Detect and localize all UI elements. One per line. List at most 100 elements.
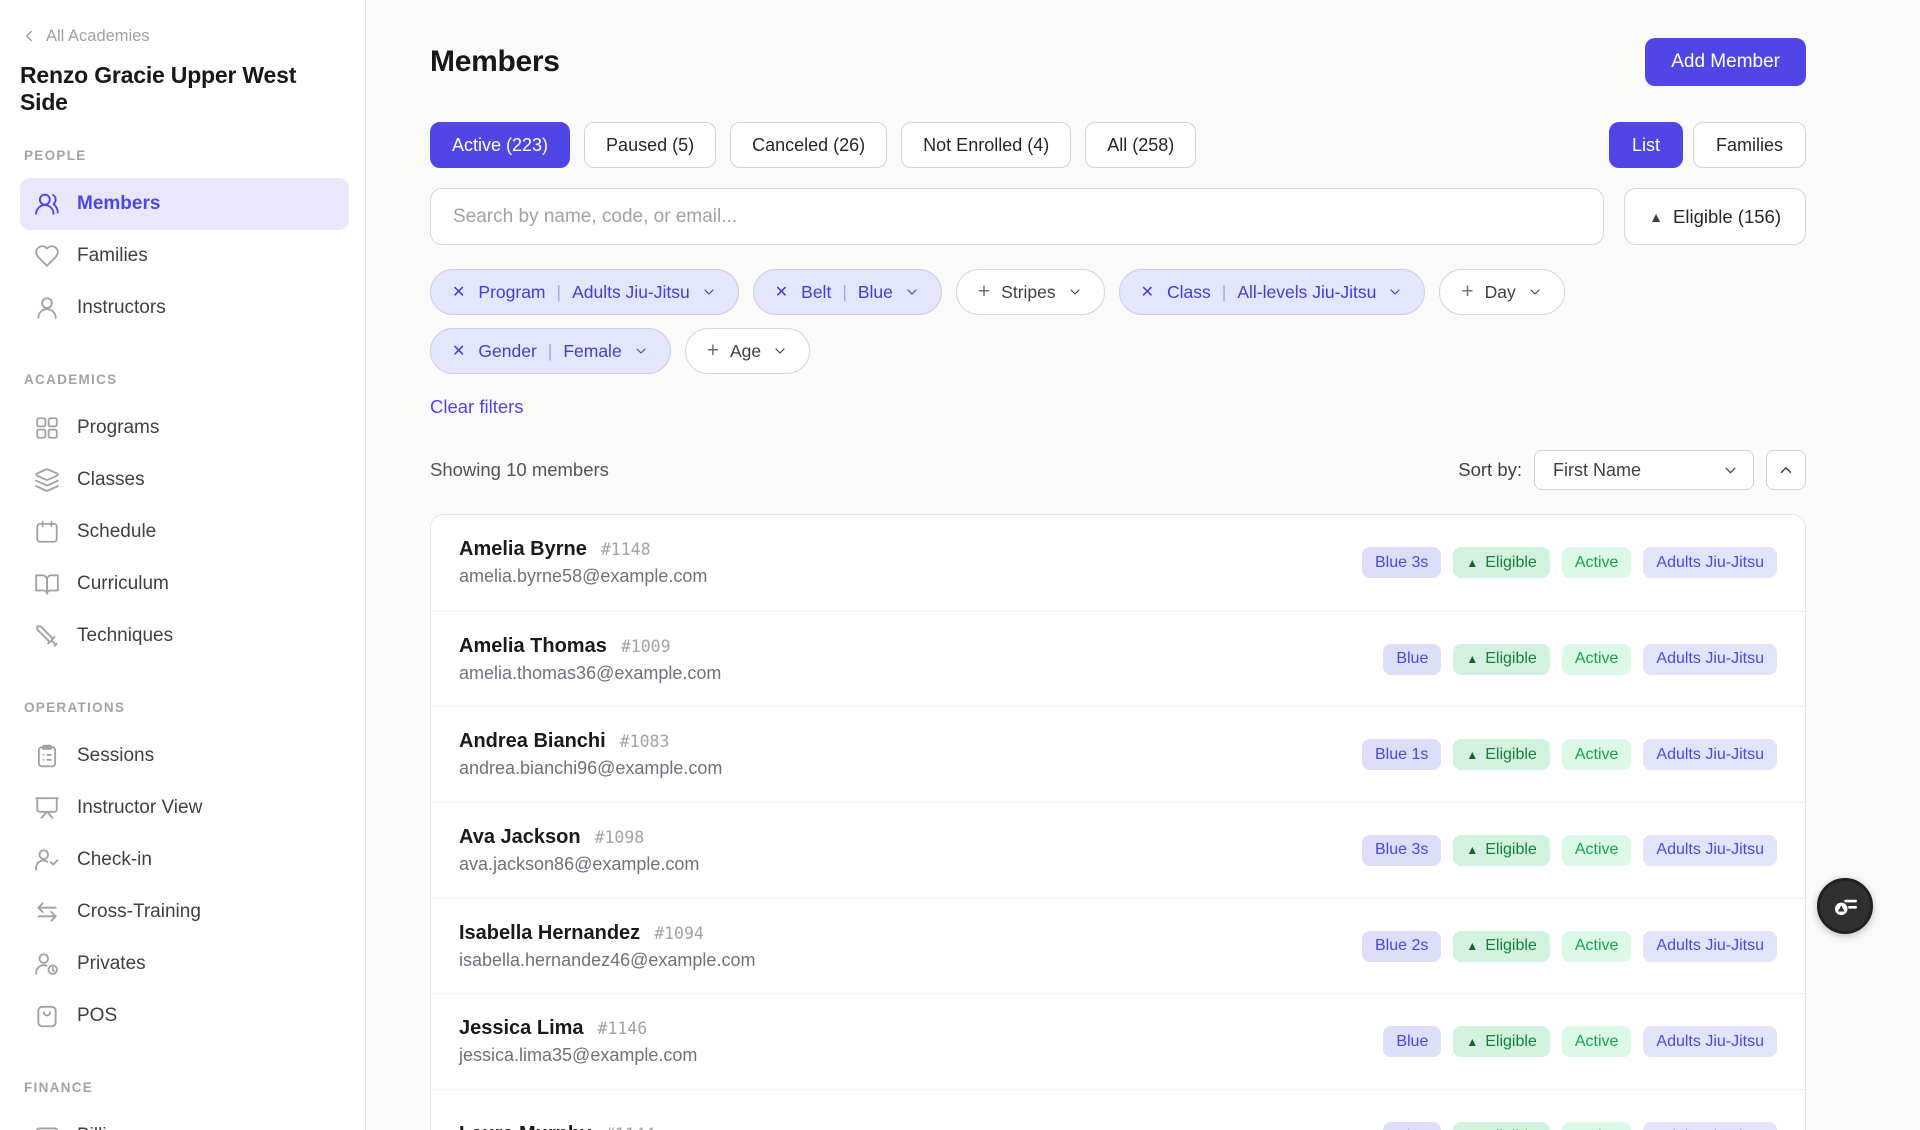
member-info: Amelia Byrne#1148amelia.byrne58@example.… [459, 538, 707, 587]
member-code: #1148 [601, 540, 651, 559]
member-name: Ava Jackson [459, 826, 581, 849]
nav-section: PEOPLE MembersFamiliesInstructors [20, 148, 349, 334]
add-filter-chip-stripes[interactable]: +Stripes [956, 269, 1105, 315]
results-summary: Showing 10 members [430, 459, 609, 481]
sidebar-item-techniques[interactable]: Techniques [20, 610, 349, 662]
program-badge: Adults Jiu-Jitsu [1643, 1122, 1777, 1130]
member-row[interactable]: Isabella Hernandez #1094 isabella.hernande… [431, 898, 1805, 994]
sidebar-item-privates[interactable]: Privates [20, 938, 349, 990]
main-content: Members Add Member Active (223)Paused (5… [366, 0, 1920, 1130]
nav-section-label: OPERATIONS [24, 700, 349, 718]
plus-icon: + [1461, 280, 1473, 304]
sidebar-item-label: Cross-Training [77, 901, 201, 923]
program-badge: Adults Jiu-Jitsu [1643, 1026, 1777, 1057]
chevron-down-icon [633, 343, 649, 359]
add-filter-chip-day[interactable]: +Day [1439, 269, 1564, 315]
status-tab-all[interactable]: All (258) [1085, 122, 1196, 168]
member-row[interactable]: Jessica Lima#1146jessica.lima35@example.… [431, 993, 1805, 1089]
status-tab-paused[interactable]: Paused (5) [584, 122, 716, 168]
sidebar-item-programs[interactable]: Programs [20, 402, 349, 454]
filter-chip-value: Adults Jiu-Jitsu [572, 282, 690, 303]
add-member-button[interactable]: Add Member [1645, 38, 1806, 86]
status-badge: Active [1562, 1026, 1632, 1057]
eligible-filter-button[interactable]: ▲ Eligible (156) [1624, 188, 1806, 245]
view-toggle-families[interactable]: Families [1693, 122, 1806, 168]
view-toggle-list[interactable]: List [1609, 122, 1683, 168]
add-filter-chip-age[interactable]: +Age [685, 328, 810, 374]
nav-section-label: PEOPLE [24, 148, 349, 166]
sidebar-item-label: Billing [77, 1125, 128, 1130]
sidebar-item-members[interactable]: Members [20, 178, 349, 230]
member-row[interactable]: Ava Jackson#1098ava.jackson86@example.co… [431, 802, 1805, 898]
remove-filter-icon[interactable]: ✕ [452, 282, 465, 302]
member-code: #1094 [654, 924, 704, 943]
back-to-academies-link[interactable]: All Academies [20, 24, 349, 48]
belt-badge: Blue 3s [1362, 835, 1441, 866]
layers-icon [34, 467, 60, 493]
program-badge: Adults Jiu-Jitsu [1643, 739, 1777, 770]
heart-icon [34, 243, 60, 269]
sidebar-item-instructor-view[interactable]: Instructor View [20, 782, 349, 834]
status-badge: Active [1562, 547, 1632, 578]
swords-icon [34, 623, 60, 649]
belt-badge: Blue [1383, 644, 1441, 675]
member-email: isabella.hernandez46@example.com [459, 950, 755, 971]
remove-filter-icon[interactable]: ✕ [452, 341, 465, 361]
sort-direction-button[interactable] [1766, 450, 1806, 490]
layers-icon [34, 467, 60, 493]
grid-icon [34, 415, 60, 441]
remove-filter-icon[interactable]: ✕ [1141, 282, 1154, 302]
program-badge: Adults Jiu-Jitsu [1643, 835, 1777, 866]
member-email: andrea.bianchi96@example.com [459, 758, 722, 779]
sidebar-item-label: Schedule [77, 521, 156, 543]
sidebar-item-schedule[interactable]: Schedule [20, 506, 349, 558]
member-name: Isabella Hernandez [459, 922, 640, 945]
sidebar-item-check-in[interactable]: Check-in [20, 834, 349, 886]
sidebar-item-curriculum[interactable]: Curriculum [20, 558, 349, 610]
sidebar-item-pos[interactable]: POS [20, 990, 349, 1042]
swords-icon [34, 623, 60, 649]
presentation-icon [34, 795, 60, 821]
belt-badge: Blue 2s [1362, 931, 1441, 962]
status-tab-active[interactable]: Active (223) [430, 122, 570, 168]
chevron-down-icon [1527, 284, 1543, 300]
floating-eligibility-widget-button[interactable] [1817, 878, 1873, 934]
member-badges: Blue▲EligibleActiveAdults Jiu-Jitsu [1383, 1026, 1777, 1057]
member-row[interactable]: Laura Murphy#1144Blue▲EligibleActiveAdul… [431, 1089, 1805, 1130]
eligible-badge: ▲Eligible [1453, 1122, 1549, 1130]
member-row[interactable]: Amelia Thomas#1009amelia.thomas36@exampl… [431, 611, 1805, 707]
sidebar-item-instructors[interactable]: Instructors [20, 282, 349, 334]
clear-filters-link[interactable]: Clear filters [430, 396, 524, 418]
triangle-icon: ▲ [1466, 1035, 1478, 1049]
sidebar-item-classes[interactable]: Classes [20, 454, 349, 506]
sidebar-item-sessions[interactable]: Sessions [20, 730, 349, 782]
member-row[interactable]: Amelia Byrne#1148amelia.byrne58@example.… [431, 515, 1805, 611]
remove-filter-icon[interactable]: ✕ [775, 282, 788, 302]
sidebar-item-families[interactable]: Families [20, 230, 349, 282]
calendar-icon [34, 519, 60, 545]
sidebar-item-cross-training[interactable]: Cross-Training [20, 886, 349, 938]
search-input[interactable] [430, 188, 1604, 245]
member-info: Ava Jackson#1098ava.jackson86@example.co… [459, 826, 699, 875]
chevron-down-icon [1387, 284, 1403, 300]
filter-chip-program[interactable]: ✕Program|Adults Jiu-Jitsu [430, 269, 739, 315]
user-icon [34, 295, 60, 321]
sidebar-item-billing[interactable]: Billing [20, 1110, 349, 1130]
eligible-filter-label: Eligible (156) [1673, 206, 1781, 228]
filter-chip-label: Program [478, 282, 545, 303]
filter-chip-belt[interactable]: ✕Belt|Blue [753, 269, 942, 315]
filter-chip-gender[interactable]: ✕Gender|Female [430, 328, 671, 374]
status-tab-canceled[interactable]: Canceled (26) [730, 122, 887, 168]
member-row[interactable]: Andrea Bianchi#1083andrea.bianchi96@exam… [431, 706, 1805, 802]
sidebar-item-label: Classes [77, 469, 145, 491]
status-badge: Active [1562, 931, 1632, 962]
nav-section: FINANCEBilling [20, 1080, 349, 1130]
member-info: Jessica Lima#1146jessica.lima35@example.… [459, 1017, 697, 1066]
users-icon [34, 191, 60, 217]
status-tab-not[interactable]: Not Enrolled (4) [901, 122, 1071, 168]
sidebar-item-label: Sessions [77, 745, 154, 767]
member-code: #1009 [621, 637, 671, 656]
sort-select[interactable]: First Name [1534, 450, 1754, 490]
filter-chip-divider: | [842, 282, 847, 303]
filter-chip-class[interactable]: ✕Class|All-levels Jiu-Jitsu [1119, 269, 1426, 315]
